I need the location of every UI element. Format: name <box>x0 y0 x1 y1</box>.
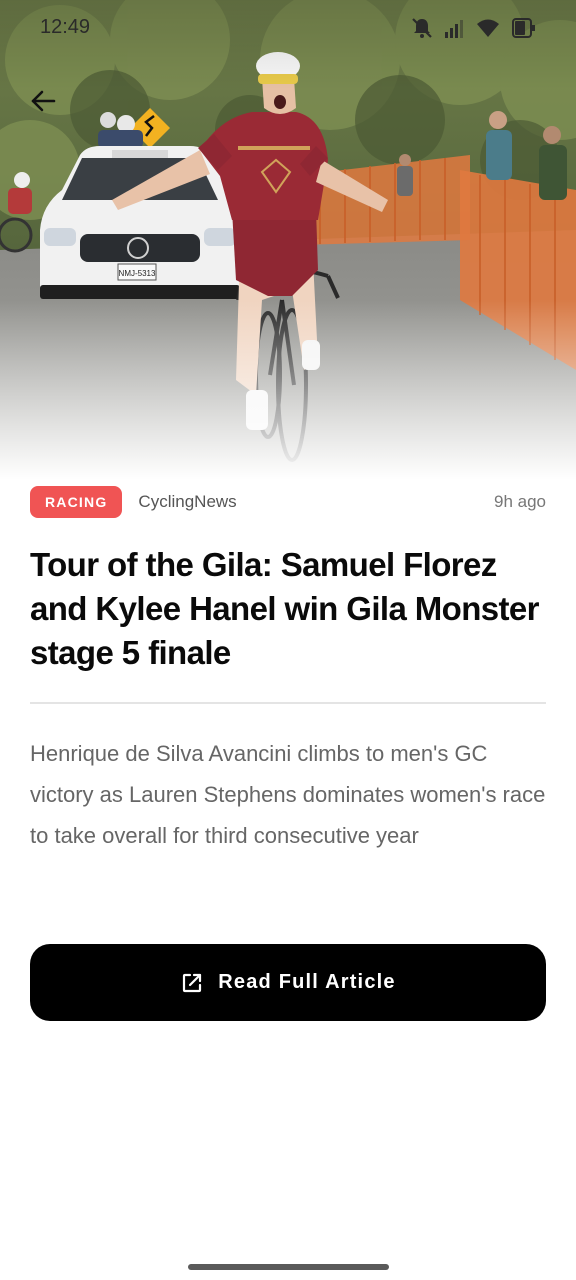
cyclist-finish-photo: NMJ-5313 <box>0 0 576 480</box>
open-external-icon <box>180 971 204 995</box>
article-meta-row: RACING CyclingNews 9h ago <box>30 485 546 519</box>
status-bar: 12:49 <box>0 0 576 56</box>
bell-off-icon <box>412 18 432 38</box>
home-indicator[interactable] <box>188 1264 389 1270</box>
article-title: Tour of the Gila: Samuel Florez and Kyle… <box>30 546 540 671</box>
wifi-icon <box>477 19 499 37</box>
read-full-article-button[interactable]: Read Full Article <box>30 944 546 1021</box>
published-time: 9h ago <box>494 492 546 511</box>
status-time: 12:49 <box>40 15 91 38</box>
source-name: CyclingNews <box>138 492 237 511</box>
category-badge[interactable]: RACING <box>30 486 123 518</box>
divider <box>30 702 546 704</box>
status-icons <box>410 16 536 40</box>
arrow-left-icon <box>31 90 56 112</box>
article-summary: Henrique de Silva Avancini climbs to men… <box>30 741 546 848</box>
hero-image: NMJ-5313 12:49 <box>0 0 576 480</box>
battery-icon <box>512 18 535 38</box>
back-button[interactable] <box>22 80 64 122</box>
signal-icon <box>445 20 463 38</box>
read-button-label: Read Full Article <box>218 971 396 993</box>
car-plate-text: NMJ-5313 <box>119 269 156 278</box>
